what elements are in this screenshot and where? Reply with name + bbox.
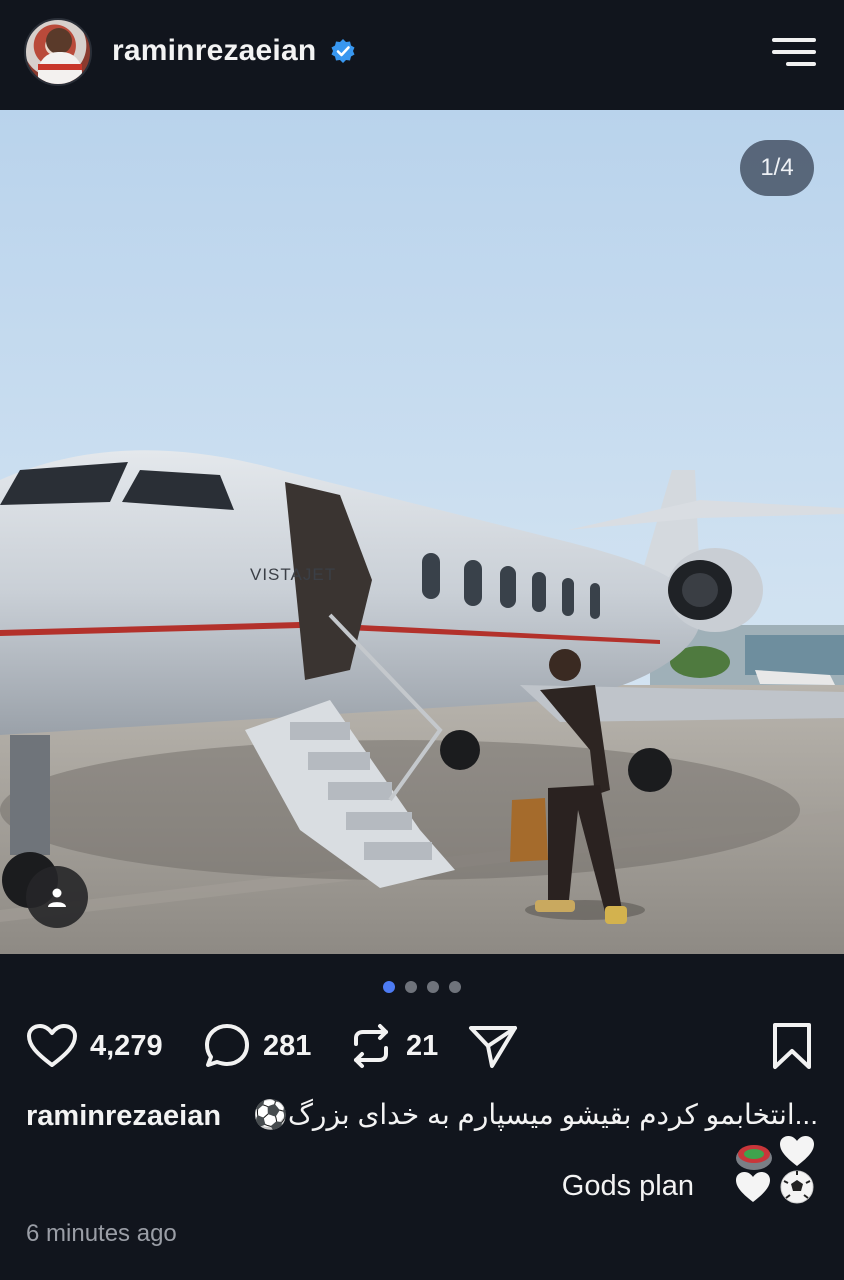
caption-text: ⚽️انتخابمو کردم بقیشو میسپارم به خدای بز… [253,1099,818,1130]
carousel-counter: 1/4 [740,140,814,196]
bookmark-icon [773,1023,811,1069]
like-button[interactable]: 4,279 [26,1018,163,1074]
post-image[interactable]: VISTAJET [0,110,844,954]
carousel-dots [383,981,461,993]
profile-avatar[interactable] [24,18,92,86]
tagged-users-button[interactable] [26,866,88,928]
comment-count: 281 [263,1029,312,1062]
fuselage-logo: VISTAJET [250,565,336,584]
post-timestamp: 6 minutes ago [26,1220,177,1247]
caption-username[interactable]: raminrezaeian [26,1100,221,1133]
repost-count: 21 [406,1029,439,1062]
post-header: raminrezaeian [0,0,844,110]
carousel-dot-4[interactable] [449,981,461,993]
comment-bubble-icon [205,1024,249,1067]
repost-button[interactable]: 21 [348,1018,438,1074]
caption-line2: Gods plan [520,1134,816,1206]
header-username[interactable]: raminrezaeian [112,34,316,68]
carousel-dot-3[interactable] [427,981,439,993]
caption-line2-text: Gods plan [561,1170,694,1202]
share-button[interactable] [468,1018,518,1074]
white-heart-icon-2 [736,1172,770,1202]
white-heart-icon [780,1136,814,1166]
verified-badge-icon [331,39,355,63]
jet-photo: VISTAJET [0,110,844,954]
post-actions: 4,279 281 21 [0,1018,844,1074]
repost-icon [354,1024,388,1068]
stadium-icon [736,1145,772,1170]
soccer-ball-icon [780,1170,814,1204]
heart-icon [27,1024,77,1067]
carousel-dot-1[interactable] [383,981,395,993]
save-button[interactable] [770,1018,814,1074]
comment-button[interactable]: 281 [203,1018,311,1074]
send-paper-plane-icon [469,1026,517,1068]
carousel-dot-2[interactable] [405,981,417,993]
hamburger-menu-icon[interactable] [772,38,818,66]
like-count: 4,279 [90,1029,163,1062]
person-icon [48,888,66,907]
